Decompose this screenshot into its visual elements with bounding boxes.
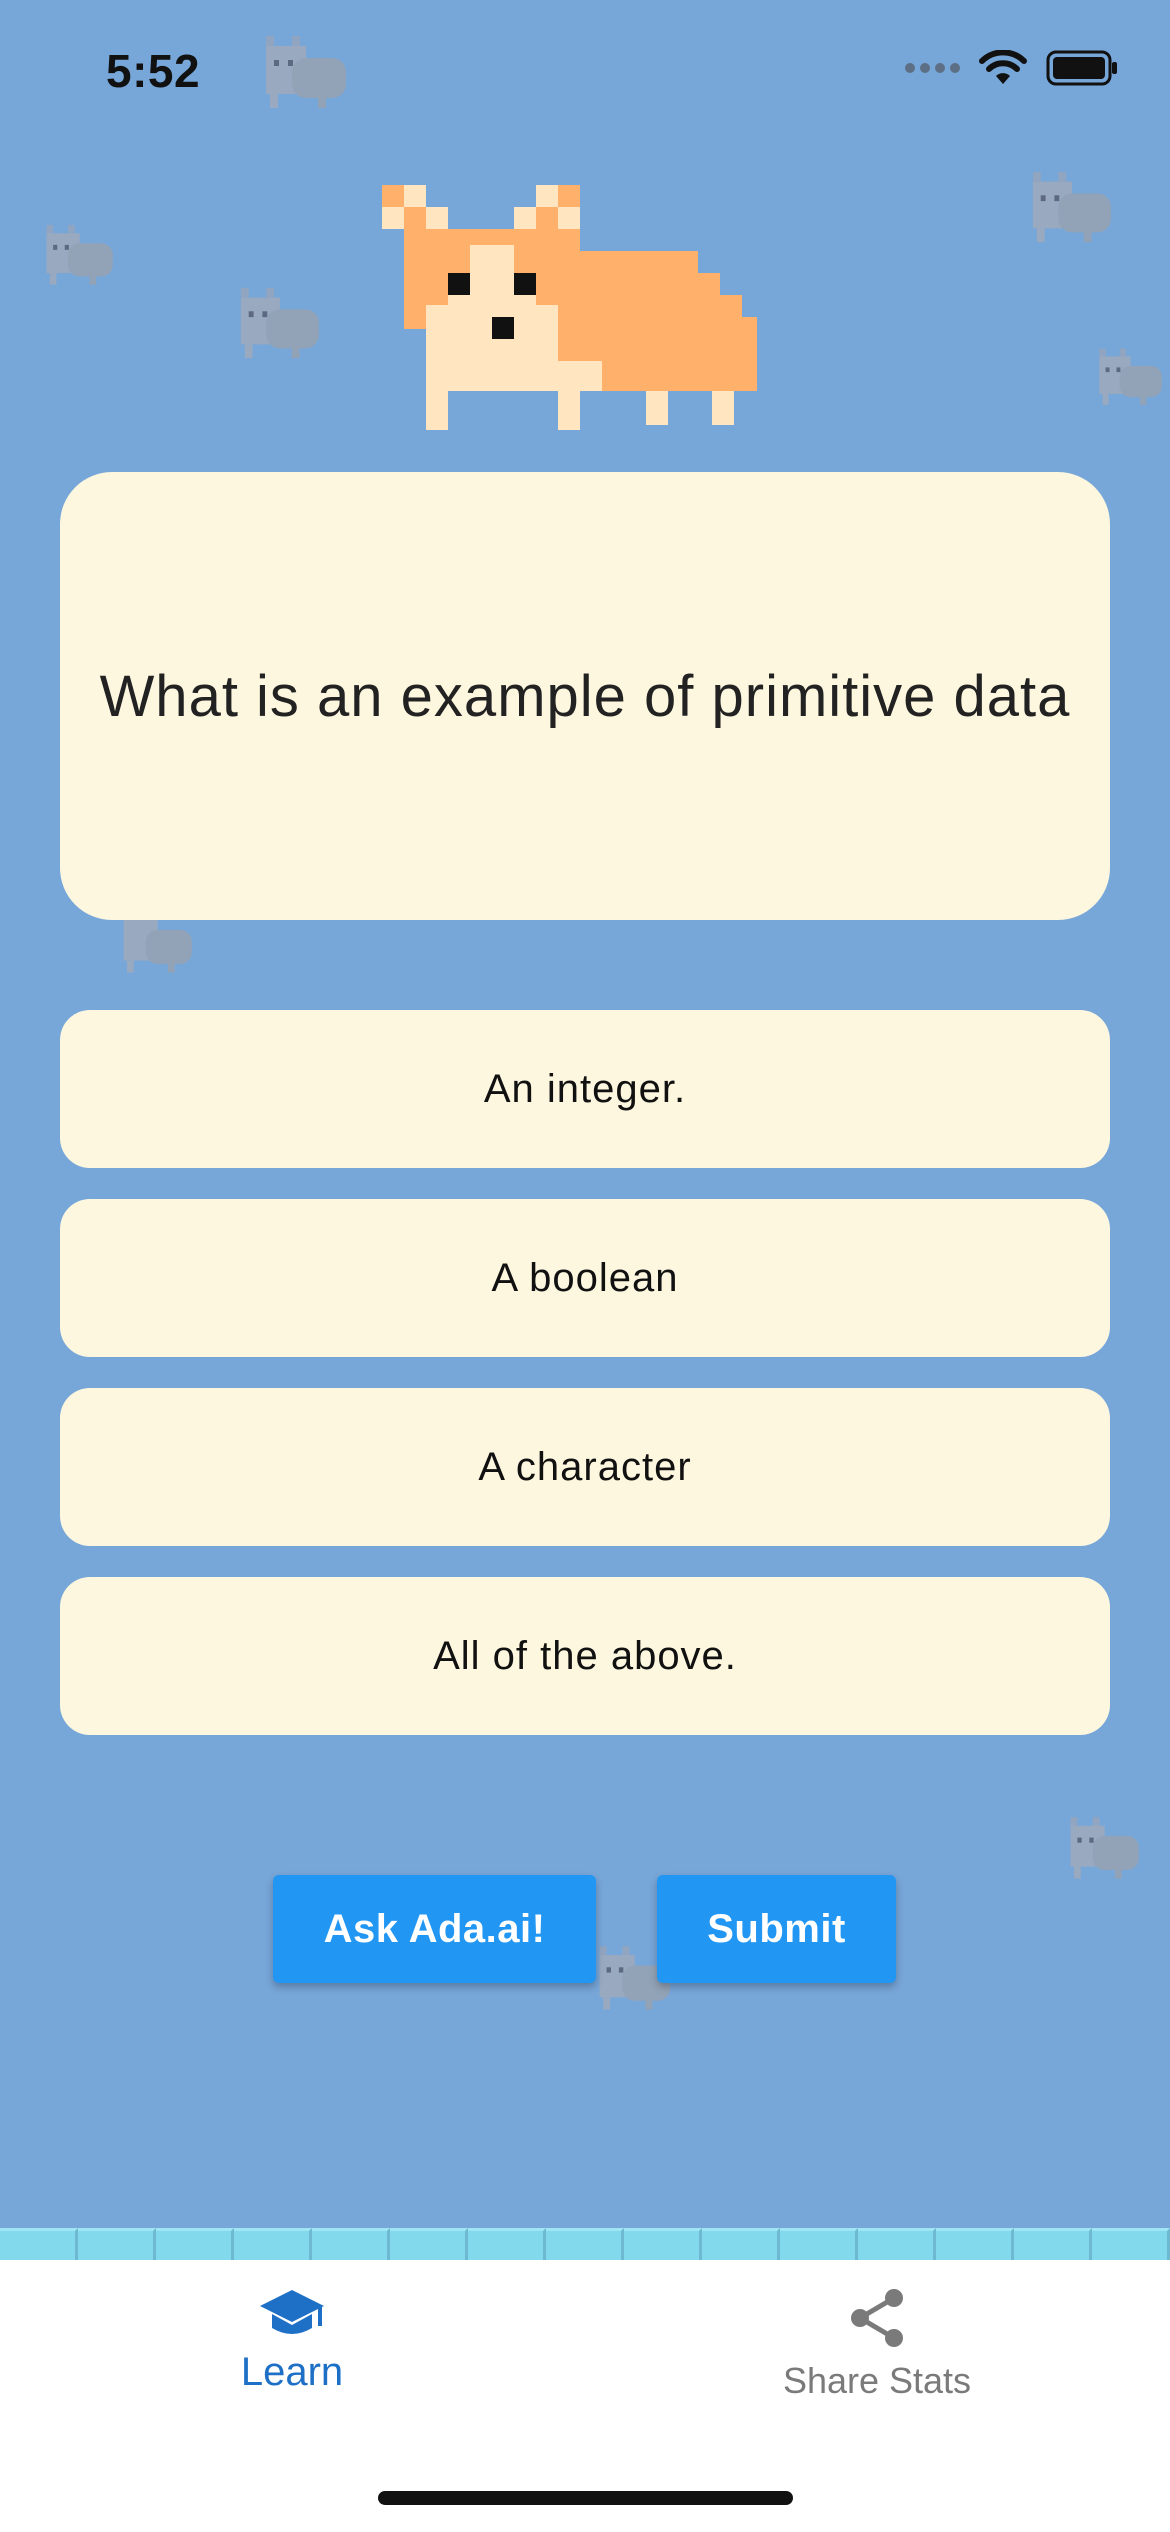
ghost-critter-icon	[1032, 171, 1111, 243]
answer-option[interactable]: A character	[60, 1388, 1110, 1546]
ghost-critter-icon	[266, 36, 346, 108]
ghost-critter-icon	[1099, 348, 1162, 405]
home-indicator[interactable]	[378, 2491, 793, 2505]
answer-option[interactable]: A boolean	[60, 1199, 1110, 1357]
ghost-critter-icon	[46, 224, 113, 285]
answer-option[interactable]: An integer.	[60, 1010, 1110, 1168]
tab-learn[interactable]: Learn	[142, 2288, 442, 2395]
ground-tile-strip	[0, 2228, 1170, 2260]
battery-icon	[1046, 50, 1118, 86]
ask-ada-button[interactable]: Ask Ada.ai!	[273, 1875, 596, 1983]
tab-bar: Learn Share Stats	[0, 2260, 1170, 2532]
tab-share-stats[interactable]: Share Stats	[727, 2288, 1027, 2402]
share-icon	[848, 2288, 906, 2348]
tab-label-learn: Learn	[240, 2350, 344, 2394]
answer-option[interactable]: All of the above.	[60, 1577, 1110, 1735]
corgi-mascot-icon	[382, 185, 757, 430]
ghost-critter-icon	[1070, 1817, 1139, 1879]
wifi-icon	[978, 50, 1028, 86]
cellular-signal-icon	[905, 63, 960, 73]
ghost-critter-icon	[240, 287, 319, 359]
question-text: What is an example of primitive data	[99, 663, 1071, 729]
graduation-cap-icon	[258, 2288, 326, 2342]
status-time: 5:52	[106, 45, 201, 97]
tab-label-share-stats: Share Stats	[782, 2360, 972, 2401]
submit-button[interactable]: Submit	[657, 1875, 896, 1983]
status-icons	[905, 50, 1118, 86]
question-card: What is an example of primitive data	[60, 472, 1110, 920]
